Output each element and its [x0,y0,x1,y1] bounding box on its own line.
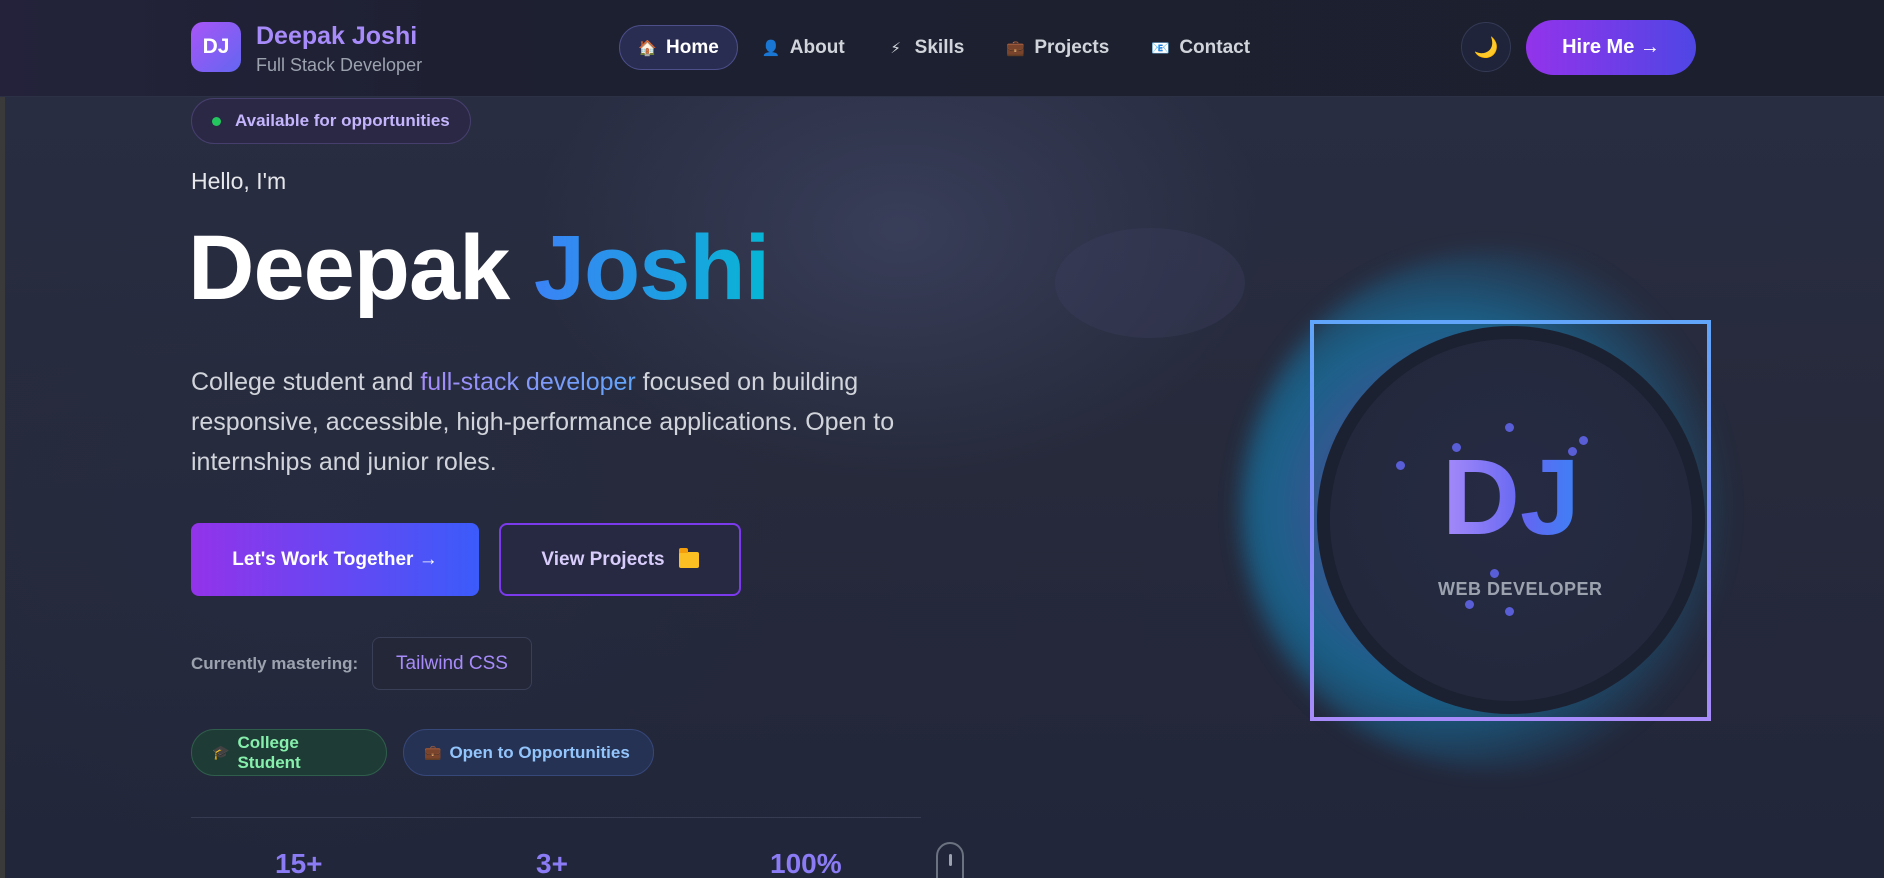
decor-dot [1505,607,1514,616]
hero-last-name: Joshi [533,217,770,319]
hero-heading: Deepak Joshi [188,217,770,319]
nav-item-label: Skills [914,36,965,58]
brand-subtitle: Full Stack Developer [256,55,423,75]
logo-badge[interactable]: DJ [191,22,241,72]
stat-value: 15+ [275,848,323,878]
home-icon: 🏠 [638,39,657,57]
nav-item-label: Contact [1179,36,1251,58]
mastering-label: Currently mastering: [191,654,359,673]
decor-dot [1505,423,1514,432]
view-projects-label: View Projects [541,548,665,570]
open-opportunities-badge: 💼 Open to Opportunities [403,729,654,776]
nav-item-skills[interactable]: ⚡ Skills [869,25,983,70]
briefcase-icon: 💼 [1006,39,1026,57]
briefcase-icon: 💼 [424,744,442,760]
theme-toggle-button[interactable]: 🌙 [1461,22,1511,72]
scroll-indicator[interactable] [936,842,964,878]
view-projects-button[interactable]: View Projects [499,523,741,596]
availability-text: Available for opportunities [235,111,450,130]
nav-item-contact[interactable]: 📧 Contact [1133,25,1268,70]
description-highlight: full-stack developer [420,368,636,396]
nav-item-label: Projects [1034,36,1110,58]
moon-icon: 🌙 [1473,36,1499,59]
status-dot-icon [212,116,221,126]
badge-label: Open to Opportunities [449,742,630,762]
college-student-badge: 🎓 College Student [191,729,387,776]
decor-dot [1579,436,1588,445]
brand-name[interactable]: Deepak Joshi [256,22,417,51]
decor-dot [1452,443,1461,452]
nav-item-label: Home [666,36,719,58]
nav-item-home[interactable]: 🏠 Home [619,25,738,70]
main-menu: 🏠 Home 👤 About ⚡ Skills 💼 Projects 📧 Con… [619,25,1268,70]
window-edge [0,0,5,878]
description-text: College student and [191,368,421,396]
nav-item-projects[interactable]: 💼 Projects [988,25,1127,70]
decor-dot [1465,600,1474,609]
top-navbar: DJ Deepak Joshi Full Stack Developer 🏠 H… [0,0,1884,97]
hero-description: College student and full-stack developer… [191,362,911,482]
nav-item-label: About [789,36,845,58]
stats-divider [191,817,921,818]
hire-me-button[interactable]: Hire Me → [1526,20,1696,75]
hero-first-name: Deepak [188,217,510,319]
lightning-icon: ⚡ [890,39,901,57]
graduation-cap-icon: 🎓 [212,744,230,760]
folder-icon [678,547,699,568]
badge-label: College Student [237,732,301,772]
stat-value: 100% [770,848,842,878]
background-blob [1055,228,1245,338]
nav-item-about[interactable]: 👤 About [744,25,863,70]
decor-dot [1490,569,1499,578]
availability-badge: Available for opportunities [191,98,471,144]
portrait-initials: DJ [1442,436,1581,557]
email-icon: 📧 [1151,39,1170,57]
decor-dot [1568,447,1577,456]
work-together-button[interactable]: Let's Work Together → [191,523,479,596]
stat-value: 3+ [536,848,568,878]
user-icon: 👤 [761,39,781,57]
greeting-text: Hello, I'm [191,168,287,194]
portrait-caption: WEB DEVELOPER [1438,579,1603,599]
mastering-skill-chip: Tailwind CSS [372,637,532,690]
decor-dot [1396,461,1405,470]
